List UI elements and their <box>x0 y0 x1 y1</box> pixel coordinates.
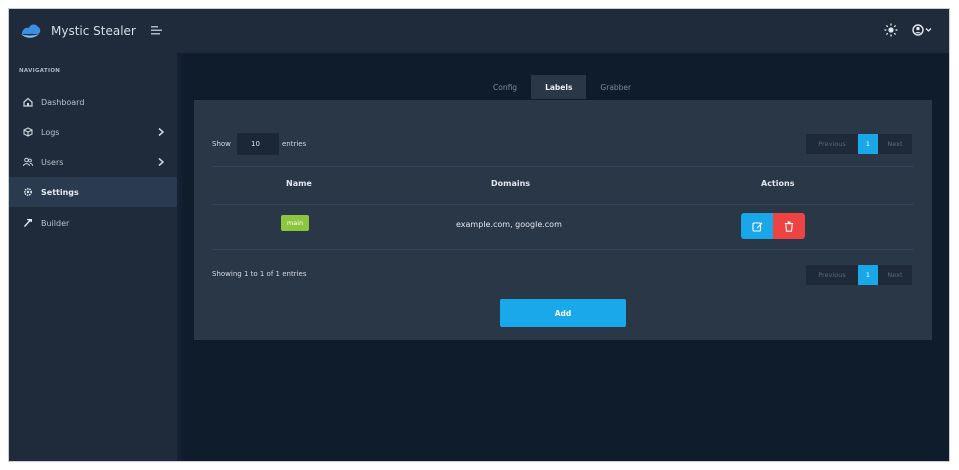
tab-config[interactable]: Config <box>479 75 531 99</box>
menu-toggle-icon[interactable] <box>150 23 164 37</box>
sidebar-item-label: Logs <box>41 127 60 137</box>
column-header-actions[interactable]: Actions <box>761 179 794 188</box>
sidebar-item-settings[interactable]: Settings <box>9 177 177 207</box>
top-bar <box>177 9 949 53</box>
show-label: Show <box>212 140 231 148</box>
divider <box>212 204 914 205</box>
delete-button[interactable] <box>773 213 805 239</box>
user-account-icon[interactable] <box>911 22 933 38</box>
pagination-bottom: Previous 1 Next <box>806 265 912 285</box>
sidebar-item-label: Builder <box>41 218 70 228</box>
next-page-button[interactable]: Next <box>878 134 912 154</box>
previous-page-button[interactable]: Previous <box>806 134 858 154</box>
users-icon <box>23 157 33 167</box>
nav-section-title: NAVIGATION <box>19 68 61 74</box>
edit-button[interactable] <box>741 213 773 239</box>
divider <box>212 249 914 250</box>
chevron-right-icon <box>158 127 165 137</box>
entries-summary: Showing 1 to 1 of 1 entries <box>212 270 307 278</box>
hammer-icon <box>24 219 32 227</box>
chevron-right-icon <box>158 157 165 167</box>
sidebar-item-logs[interactable]: Logs <box>9 117 177 147</box>
gear-icon <box>23 187 33 197</box>
domains-cell: example.com, google.com <box>456 220 562 229</box>
entries-label: entries <box>282 140 307 148</box>
sidebar-item-label: Users <box>41 157 64 167</box>
column-header-domains[interactable]: Domains <box>491 179 530 188</box>
next-page-button[interactable]: Next <box>878 265 912 285</box>
sidebar: Mystic Stealer NAVIGATION Dashboard Logs <box>9 9 177 461</box>
sidebar-item-label: Dashboard <box>41 97 85 107</box>
theme-sun-icon[interactable] <box>883 22 899 38</box>
app-window: Mystic Stealer NAVIGATION Dashboard Logs <box>8 8 950 462</box>
home-icon <box>23 97 33 107</box>
settings-tabs: Config Labels Grabber <box>479 75 645 99</box>
divider <box>212 166 914 167</box>
app-name: Mystic Stealer <box>51 24 136 38</box>
logo-icon <box>21 24 41 38</box>
sidebar-item-label: Settings <box>41 187 79 197</box>
page-size-select[interactable]: 10 <box>237 133 279 155</box>
labels-panel: Show 10 entries Previous 1 Next Name Dom… <box>194 100 932 340</box>
sidebar-item-users[interactable]: Users <box>9 147 177 177</box>
add-button[interactable]: Add <box>500 299 626 327</box>
column-header-name[interactable]: Name <box>286 179 312 188</box>
tab-grabber[interactable]: Grabber <box>586 75 645 99</box>
sidebar-item-dashboard[interactable]: Dashboard <box>9 87 177 117</box>
sidebar-shadow <box>177 53 185 461</box>
label-name-badge: main <box>281 215 309 231</box>
cube-icon <box>23 127 33 137</box>
pagination-top: Previous 1 Next <box>806 134 912 154</box>
sidebar-item-builder[interactable]: Builder <box>9 208 177 238</box>
page-1-button[interactable]: 1 <box>858 265 878 285</box>
trash-icon <box>784 221 794 232</box>
previous-page-button[interactable]: Previous <box>806 265 858 285</box>
edit-icon <box>751 221 762 232</box>
page-1-button[interactable]: 1 <box>858 134 878 154</box>
tab-labels[interactable]: Labels <box>531 75 587 99</box>
